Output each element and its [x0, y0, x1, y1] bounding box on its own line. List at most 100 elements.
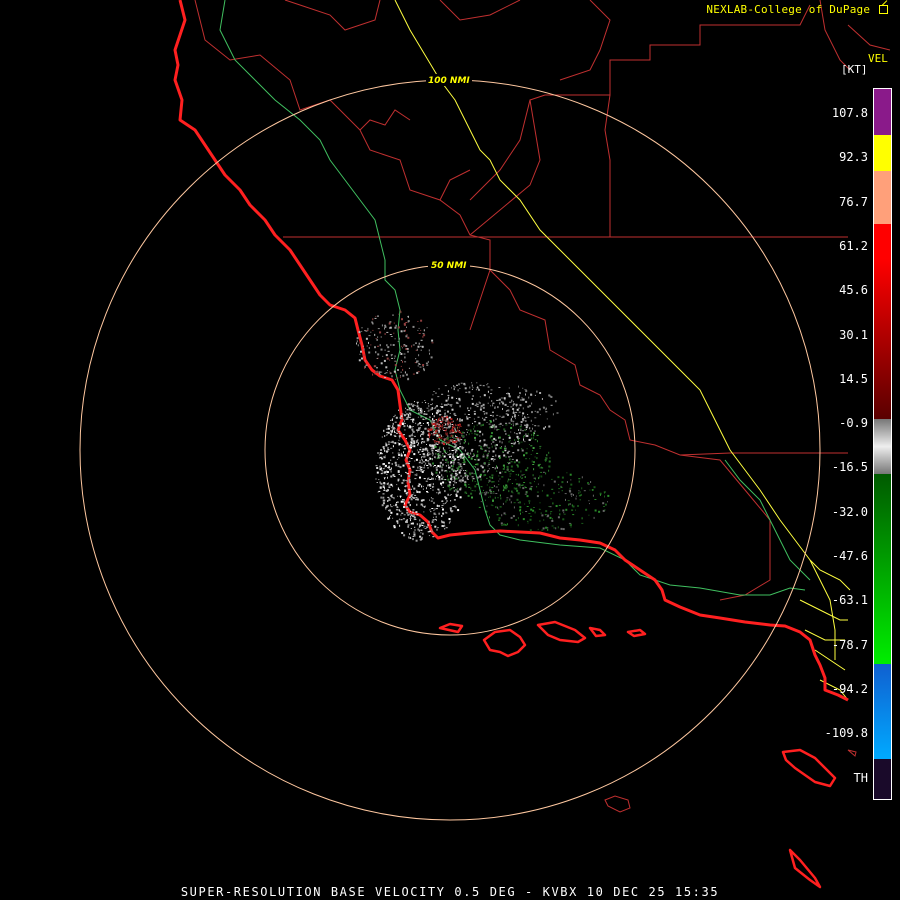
echo-pixel — [451, 429, 454, 431]
echo-pixel — [421, 523, 423, 525]
echo-pixel — [416, 498, 419, 501]
echo-pixel — [590, 481, 592, 483]
echo-pixel — [439, 465, 441, 468]
echo-pixel — [430, 433, 432, 435]
echo-pixel — [388, 517, 391, 519]
echo-pixel — [494, 428, 496, 430]
echo-pixel — [381, 436, 383, 438]
echo-pixel — [520, 399, 523, 401]
echo-pixel — [453, 437, 455, 439]
echo-pixel — [385, 443, 387, 445]
echo-pixel — [527, 433, 529, 435]
echo-pixel — [435, 441, 438, 443]
echo-pixel — [422, 461, 425, 463]
echo-pixel — [482, 433, 484, 436]
echo-pixel — [541, 490, 543, 492]
echo-pixel — [501, 441, 503, 444]
echo-pixel — [433, 516, 434, 518]
echo-pixel — [394, 357, 395, 359]
echo-pixel — [409, 504, 411, 507]
echo-pixel — [430, 524, 432, 526]
echo-pixel — [444, 470, 446, 472]
echo-pixel — [468, 486, 471, 488]
echo-pixel — [409, 496, 411, 498]
echo-pixel — [492, 414, 494, 417]
echo-pixel — [421, 456, 424, 458]
echo-pixel — [454, 505, 456, 508]
echo-pixel — [502, 415, 505, 418]
echo-pixel — [515, 519, 517, 521]
echo-pixel — [434, 525, 437, 528]
echo-pixel — [498, 508, 500, 510]
echo-pixel — [388, 322, 391, 325]
echo-pixel — [421, 536, 423, 538]
echo-pixel — [421, 525, 424, 526]
credit-label[interactable]: NEXLAB-College of DuPage — [706, 0, 888, 16]
echo-pixel — [380, 482, 383, 485]
echo-pixel — [486, 446, 488, 448]
echo-pixel — [525, 491, 527, 494]
echo-pixel — [464, 449, 466, 452]
echo-pixel — [510, 501, 512, 504]
echo-pixel — [449, 507, 452, 510]
echo-pixel — [494, 439, 497, 441]
echo-pixel — [415, 358, 417, 360]
echo-pixel — [406, 404, 409, 405]
echo-pixel — [436, 457, 439, 459]
echo-pixel — [449, 450, 451, 452]
echo-pixel — [485, 491, 488, 494]
echo-pixel — [516, 422, 518, 424]
echo-pixel — [468, 433, 470, 436]
echo-pixel — [458, 426, 460, 429]
echo-pixel — [426, 364, 429, 366]
echo-pixel — [393, 497, 395, 500]
echo-pixel — [510, 406, 513, 408]
echo-pixel — [505, 485, 508, 488]
echo-pixel — [486, 454, 489, 457]
echo-pixel — [485, 499, 486, 501]
echo-pixel — [463, 470, 465, 471]
echo-pixel — [472, 479, 474, 482]
echo-pixel — [457, 431, 460, 433]
echo-pixel — [426, 491, 429, 493]
echo-pixel — [581, 476, 583, 479]
echo-pixel — [543, 427, 545, 430]
echo-pixel — [531, 460, 533, 463]
echo-pixel — [471, 388, 473, 390]
echo-pixel — [388, 465, 390, 467]
echo-pixel — [448, 481, 451, 483]
echo-pixel — [509, 401, 512, 403]
echo-pixel — [452, 420, 454, 422]
echo-pixel — [445, 502, 447, 503]
echo-pixel — [508, 471, 511, 473]
echo-pixel — [523, 435, 525, 437]
echo-pixel — [527, 416, 530, 418]
echo-pixel — [379, 331, 382, 334]
echo-pixel — [388, 486, 391, 488]
echo-pixel — [510, 418, 512, 421]
echo-pixel — [392, 452, 394, 454]
echo-pixel — [446, 416, 449, 419]
echo-pixel — [368, 335, 371, 337]
echo-pixel — [434, 422, 437, 425]
echo-pixel — [396, 501, 399, 503]
echo-pixel — [426, 487, 427, 490]
echo-pixel — [566, 481, 568, 483]
echo-pixel — [447, 394, 450, 396]
echo-pixel — [565, 498, 566, 501]
echo-pixel — [394, 435, 397, 437]
echo-pixel — [432, 462, 434, 465]
echo-pixel — [408, 414, 410, 416]
echo-pixel — [407, 351, 409, 353]
color-scale-segment — [874, 135, 891, 171]
echo-pixel — [392, 422, 394, 425]
echo-pixel — [450, 405, 452, 407]
echo-pixel — [442, 486, 444, 488]
echo-pixel — [450, 467, 453, 469]
echo-pixel — [406, 480, 408, 483]
echo-pixel — [532, 424, 534, 426]
echo-pixel — [361, 330, 363, 332]
echo-pixel — [390, 441, 393, 443]
echo-pixel — [458, 479, 461, 482]
echo-pixel — [432, 428, 434, 430]
